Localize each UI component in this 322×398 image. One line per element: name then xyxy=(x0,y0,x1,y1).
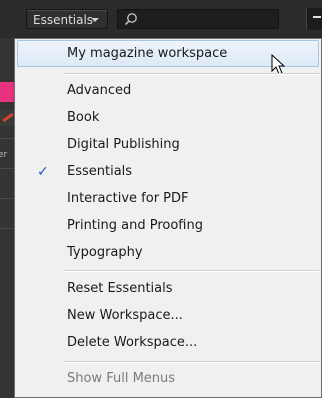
tools-panel-edge: er xyxy=(0,38,15,398)
menu-item-show-full-menus[interactable]: Show Full Menus xyxy=(67,371,175,387)
workspace-switcher-label: Essentials xyxy=(33,13,94,27)
menu-item-essentials[interactable]: Essentials xyxy=(67,164,132,180)
divider xyxy=(0,198,14,199)
minimize-button[interactable] xyxy=(306,8,322,30)
menu-item-delete-workspace[interactable]: Delete Workspace... xyxy=(67,335,197,351)
swatch-none-icon xyxy=(0,110,14,126)
menu-item-book[interactable]: Book xyxy=(67,110,99,126)
checkmark-icon: ✓ xyxy=(37,164,49,180)
menu-item-digital-publishing[interactable]: Digital Publishing xyxy=(67,137,180,153)
swatch-pink xyxy=(0,82,14,102)
menu-item-reset-essentials[interactable]: Reset Essentials xyxy=(67,281,173,297)
divider xyxy=(0,168,14,169)
menu-item-interactive-for-pdf[interactable]: Interactive for PDF xyxy=(67,191,189,207)
menu-item-my-magazine-workspace[interactable]: My magazine workspace xyxy=(67,46,227,62)
chevron-down-icon xyxy=(91,18,99,22)
divider xyxy=(0,228,14,229)
search-icon xyxy=(124,13,137,26)
menu-separator xyxy=(63,271,319,272)
search-input[interactable] xyxy=(117,9,279,29)
menu-item-printing-and-proofing[interactable]: Printing and Proofing xyxy=(67,218,203,234)
application-bar: Essentials xyxy=(0,0,322,39)
workspace-menu: My magazine workspace Advanced Book Digi… xyxy=(14,38,322,398)
menu-separator xyxy=(63,74,319,75)
menu-separator xyxy=(63,362,319,363)
workspace-switcher-button[interactable]: Essentials xyxy=(26,9,108,29)
menu-item-typography[interactable]: Typography xyxy=(67,245,143,261)
menu-item-new-workspace[interactable]: New Workspace... xyxy=(67,308,183,324)
divider xyxy=(0,138,14,139)
panel-label-fragment: er xyxy=(0,150,8,160)
menu-item-advanced[interactable]: Advanced xyxy=(67,83,131,99)
